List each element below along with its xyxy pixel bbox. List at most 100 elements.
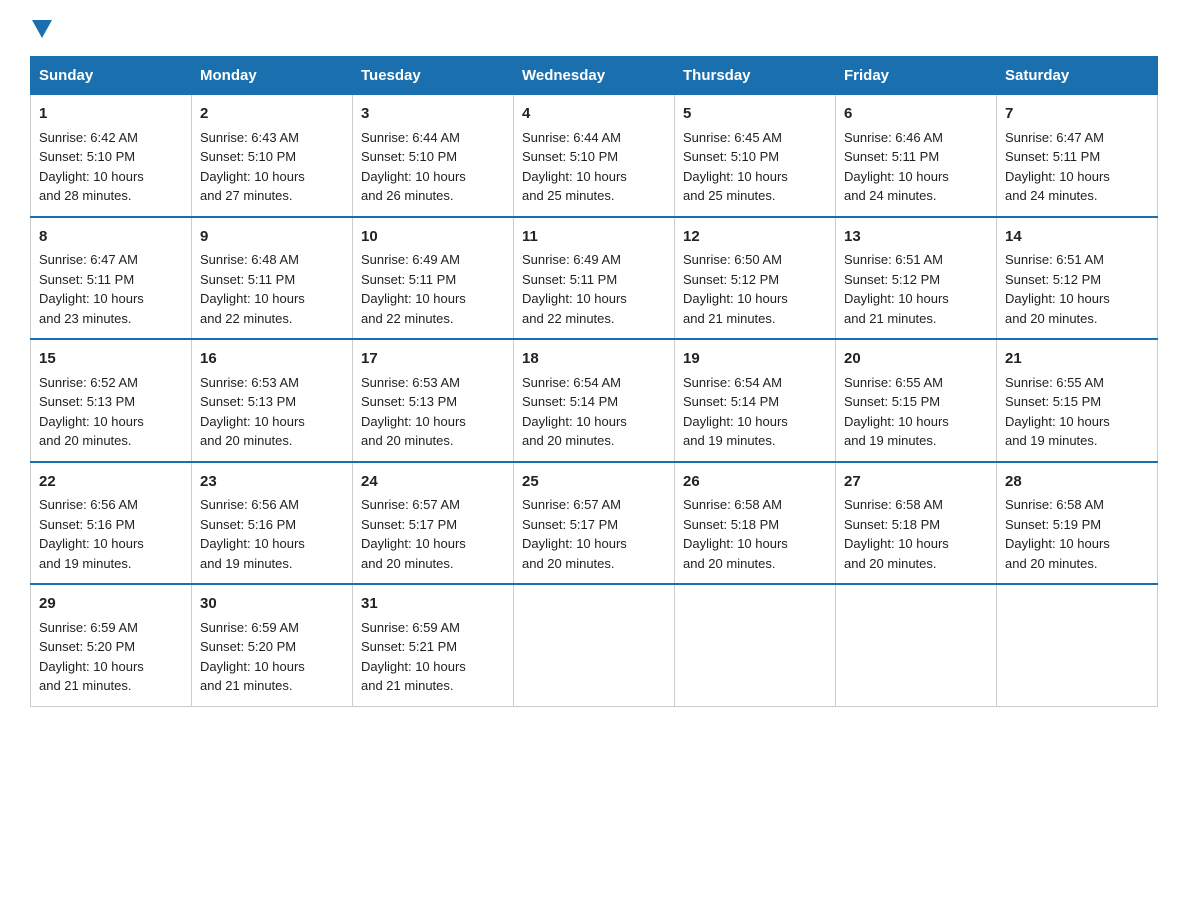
- sunset-info: Sunset: 5:11 PM: [522, 272, 617, 287]
- daylight-minutes-info: and 19 minutes.: [844, 433, 937, 448]
- sunrise-info: Sunrise: 6:51 AM: [1005, 252, 1104, 267]
- day-number: 9: [200, 226, 344, 249]
- day-number: 10: [361, 226, 505, 249]
- sunset-info: Sunset: 5:17 PM: [522, 517, 618, 532]
- daylight-info: Daylight: 10 hours: [1005, 169, 1110, 184]
- sunset-info: Sunset: 5:15 PM: [844, 394, 940, 409]
- sunrise-info: Sunrise: 6:56 AM: [200, 497, 299, 512]
- daylight-minutes-info: and 21 minutes.: [361, 678, 454, 693]
- daylight-info: Daylight: 10 hours: [683, 414, 788, 429]
- daylight-minutes-info: and 25 minutes.: [522, 188, 615, 203]
- sunrise-info: Sunrise: 6:55 AM: [1005, 375, 1104, 390]
- sunrise-info: Sunrise: 6:58 AM: [1005, 497, 1104, 512]
- sunset-info: Sunset: 5:16 PM: [200, 517, 296, 532]
- daylight-info: Daylight: 10 hours: [39, 414, 144, 429]
- sunset-info: Sunset: 5:11 PM: [844, 149, 939, 164]
- empty-cell: [514, 584, 675, 706]
- calendar-day-cell: 24 Sunrise: 6:57 AM Sunset: 5:17 PM Dayl…: [353, 462, 514, 585]
- daylight-minutes-info: and 21 minutes.: [683, 311, 776, 326]
- sunrise-info: Sunrise: 6:59 AM: [39, 620, 138, 635]
- day-number: 20: [844, 348, 988, 371]
- daylight-minutes-info: and 21 minutes.: [844, 311, 937, 326]
- calendar-day-cell: 25 Sunrise: 6:57 AM Sunset: 5:17 PM Dayl…: [514, 462, 675, 585]
- sunset-info: Sunset: 5:10 PM: [522, 149, 618, 164]
- calendar-day-cell: 4 Sunrise: 6:44 AM Sunset: 5:10 PM Dayli…: [514, 95, 675, 217]
- sunrise-info: Sunrise: 6:53 AM: [200, 375, 299, 390]
- daylight-info: Daylight: 10 hours: [1005, 414, 1110, 429]
- sunset-info: Sunset: 5:11 PM: [1005, 149, 1100, 164]
- day-number: 26: [683, 471, 827, 494]
- calendar-day-cell: 30 Sunrise: 6:59 AM Sunset: 5:20 PM Dayl…: [192, 584, 353, 706]
- daylight-minutes-info: and 20 minutes.: [844, 556, 937, 571]
- daylight-info: Daylight: 10 hours: [200, 291, 305, 306]
- col-header-wednesday: Wednesday: [514, 57, 675, 95]
- daylight-minutes-info: and 19 minutes.: [39, 556, 132, 571]
- day-number: 8: [39, 226, 183, 249]
- calendar-day-cell: 20 Sunrise: 6:55 AM Sunset: 5:15 PM Dayl…: [836, 339, 997, 462]
- calendar-day-cell: 28 Sunrise: 6:58 AM Sunset: 5:19 PM Dayl…: [997, 462, 1158, 585]
- calendar-day-cell: 21 Sunrise: 6:55 AM Sunset: 5:15 PM Dayl…: [997, 339, 1158, 462]
- daylight-info: Daylight: 10 hours: [844, 536, 949, 551]
- day-number: 21: [1005, 348, 1149, 371]
- daylight-info: Daylight: 10 hours: [844, 169, 949, 184]
- daylight-info: Daylight: 10 hours: [200, 414, 305, 429]
- sunrise-info: Sunrise: 6:56 AM: [39, 497, 138, 512]
- sunrise-info: Sunrise: 6:49 AM: [361, 252, 460, 267]
- day-number: 17: [361, 348, 505, 371]
- sunset-info: Sunset: 5:14 PM: [683, 394, 779, 409]
- calendar-day-cell: 15 Sunrise: 6:52 AM Sunset: 5:13 PM Dayl…: [31, 339, 192, 462]
- col-header-saturday: Saturday: [997, 57, 1158, 95]
- daylight-info: Daylight: 10 hours: [39, 291, 144, 306]
- sunrise-info: Sunrise: 6:54 AM: [522, 375, 621, 390]
- daylight-minutes-info: and 20 minutes.: [522, 556, 615, 571]
- daylight-info: Daylight: 10 hours: [844, 291, 949, 306]
- calendar-day-cell: 11 Sunrise: 6:49 AM Sunset: 5:11 PM Dayl…: [514, 217, 675, 340]
- daylight-info: Daylight: 10 hours: [522, 291, 627, 306]
- sunset-info: Sunset: 5:17 PM: [361, 517, 457, 532]
- page-header: [30, 20, 1158, 38]
- day-number: 11: [522, 226, 666, 249]
- sunset-info: Sunset: 5:21 PM: [361, 639, 457, 654]
- col-header-friday: Friday: [836, 57, 997, 95]
- logo-triangle-icon: [32, 20, 52, 38]
- calendar-day-cell: 19 Sunrise: 6:54 AM Sunset: 5:14 PM Dayl…: [675, 339, 836, 462]
- calendar-header-row: SundayMondayTuesdayWednesdayThursdayFrid…: [31, 57, 1158, 95]
- calendar-day-cell: 27 Sunrise: 6:58 AM Sunset: 5:18 PM Dayl…: [836, 462, 997, 585]
- sunrise-info: Sunrise: 6:46 AM: [844, 130, 943, 145]
- day-number: 27: [844, 471, 988, 494]
- daylight-minutes-info: and 27 minutes.: [200, 188, 293, 203]
- sunset-info: Sunset: 5:11 PM: [200, 272, 295, 287]
- daylight-info: Daylight: 10 hours: [683, 291, 788, 306]
- calendar-day-cell: 6 Sunrise: 6:46 AM Sunset: 5:11 PM Dayli…: [836, 95, 997, 217]
- calendar-day-cell: 16 Sunrise: 6:53 AM Sunset: 5:13 PM Dayl…: [192, 339, 353, 462]
- sunrise-info: Sunrise: 6:53 AM: [361, 375, 460, 390]
- sunset-info: Sunset: 5:14 PM: [522, 394, 618, 409]
- calendar-day-cell: 17 Sunrise: 6:53 AM Sunset: 5:13 PM Dayl…: [353, 339, 514, 462]
- day-number: 22: [39, 471, 183, 494]
- daylight-minutes-info: and 19 minutes.: [1005, 433, 1098, 448]
- empty-cell: [836, 584, 997, 706]
- sunrise-info: Sunrise: 6:58 AM: [683, 497, 782, 512]
- col-header-sunday: Sunday: [31, 57, 192, 95]
- sunrise-info: Sunrise: 6:57 AM: [522, 497, 621, 512]
- empty-cell: [997, 584, 1158, 706]
- sunset-info: Sunset: 5:11 PM: [39, 272, 134, 287]
- calendar-day-cell: 2 Sunrise: 6:43 AM Sunset: 5:10 PM Dayli…: [192, 95, 353, 217]
- daylight-minutes-info: and 20 minutes.: [683, 556, 776, 571]
- sunrise-info: Sunrise: 6:43 AM: [200, 130, 299, 145]
- daylight-minutes-info: and 22 minutes.: [200, 311, 293, 326]
- daylight-minutes-info: and 21 minutes.: [39, 678, 132, 693]
- daylight-minutes-info: and 22 minutes.: [361, 311, 454, 326]
- day-number: 15: [39, 348, 183, 371]
- day-number: 7: [1005, 103, 1149, 126]
- calendar-day-cell: 22 Sunrise: 6:56 AM Sunset: 5:16 PM Dayl…: [31, 462, 192, 585]
- calendar-day-cell: 3 Sunrise: 6:44 AM Sunset: 5:10 PM Dayli…: [353, 95, 514, 217]
- daylight-minutes-info: and 28 minutes.: [39, 188, 132, 203]
- sunset-info: Sunset: 5:13 PM: [361, 394, 457, 409]
- day-number: 30: [200, 593, 344, 616]
- daylight-info: Daylight: 10 hours: [522, 536, 627, 551]
- daylight-minutes-info: and 23 minutes.: [39, 311, 132, 326]
- sunrise-info: Sunrise: 6:54 AM: [683, 375, 782, 390]
- daylight-info: Daylight: 10 hours: [361, 291, 466, 306]
- sunrise-info: Sunrise: 6:57 AM: [361, 497, 460, 512]
